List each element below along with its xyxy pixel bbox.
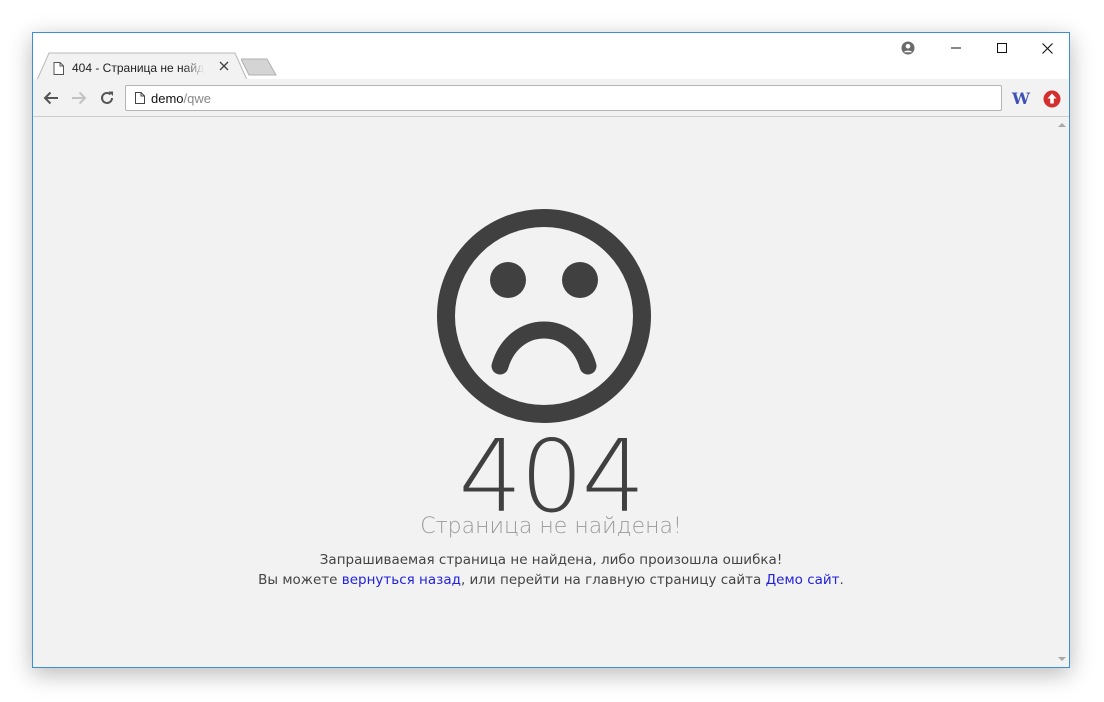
scroll-down-icon[interactable] [1058,655,1066,663]
tab-title: 404 - Страница не найдена [72,61,204,75]
back-arrow-icon [43,91,58,105]
page-content: 404 Страница не найдена! Запрашиваемая с… [33,117,1069,667]
reload-button[interactable] [95,86,119,110]
title-bar: 404 - Страница не найдена [33,33,1069,80]
tab-content: 404 - Страница не найдена [53,59,204,77]
scroll-up-icon[interactable] [1058,121,1066,129]
forward-button[interactable] [67,86,91,110]
profile-icon [901,41,914,55]
profile-button[interactable] [885,33,930,63]
error-actions: Вы можете вернуться назад, или перейти н… [33,572,1069,588]
back-link[interactable]: вернуться назад [342,572,461,588]
browser-window: 404 - Страница не найдена [32,32,1070,668]
actions-middle: , или перейти на главную страницу сайта [460,572,766,588]
error-heading: Страница не найдена! [420,514,682,539]
url-path: /qwe [183,90,211,106]
maximize-icon [996,43,1007,53]
window-close-button[interactable] [1025,33,1069,63]
minimize-button[interactable] [933,33,978,63]
address-bar[interactable]: demo/qwe [125,85,1002,111]
page-info-icon[interactable] [135,92,145,104]
new-tab-icon[interactable] [241,58,277,76]
close-icon[interactable] [217,59,231,73]
page-icon [53,61,64,75]
maximize-button[interactable] [979,33,1024,63]
upload-extension-icon[interactable] [1043,90,1061,108]
actions-suffix: . [839,572,844,588]
url-text: demo/qwe [151,91,211,106]
forward-arrow-icon [72,91,87,105]
browser-toolbar: demo/qwe W [33,79,1069,117]
minimize-icon [950,47,961,49]
sad-face-icon [437,209,651,423]
back-button[interactable] [39,86,63,110]
extension-w-button[interactable]: W [1011,88,1031,108]
reload-icon [101,91,113,104]
window-close-icon [1042,42,1053,54]
error-code: 404 [458,418,646,535]
url-host: demo [151,90,184,106]
actions-prefix: Вы можете [258,572,342,588]
error-message: Запрашиваемая страница не найдена, либо … [319,552,783,568]
home-link[interactable]: Демо сайт [766,572,840,588]
